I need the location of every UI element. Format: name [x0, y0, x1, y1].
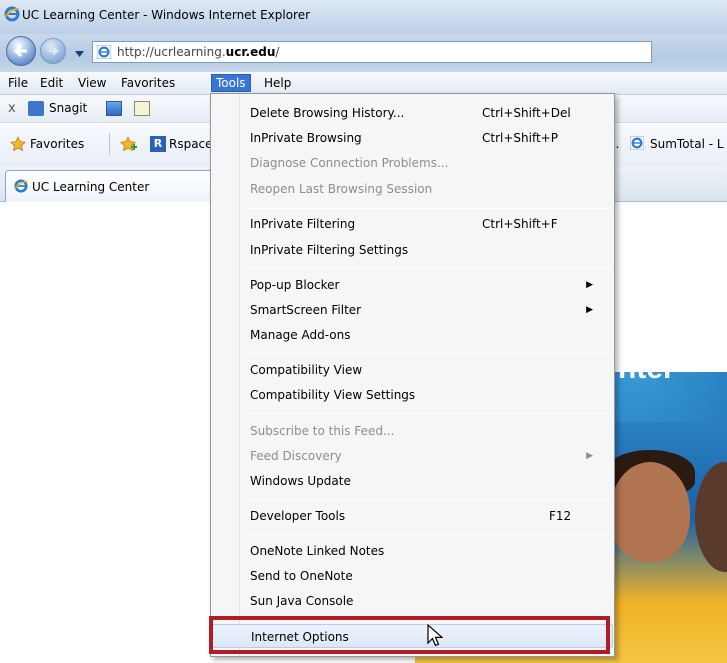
snagit-label[interactable]: Snagit: [49, 101, 87, 115]
submenu-arrow-icon: ▶: [586, 451, 593, 461]
favorites-star-icon[interactable]: [10, 136, 26, 155]
menu-item-developer-tools[interactable]: Developer Tools F12: [212, 504, 613, 528]
add-favorite-icon[interactable]: [120, 136, 138, 155]
menu-separator: [245, 499, 611, 500]
submenu-arrow-icon: ▶: [586, 280, 593, 290]
menu-separator: [245, 413, 611, 414]
sumtotal-link[interactable]: SumTotal - L: [650, 137, 724, 151]
student-face-right: [695, 462, 727, 572]
menu-item-inprivate-filtering-settings[interactable]: InPrivate Filtering Settings: [212, 238, 613, 262]
url-text: http://ucrlearning.ucr.edu/: [117, 45, 280, 59]
menu-favorites[interactable]: Favorites: [117, 75, 179, 93]
menu-item-onenote-linked-notes[interactable]: OneNote Linked Notes: [212, 539, 613, 563]
tab-uc-learning-center[interactable]: UC Learning Center: [5, 170, 230, 202]
menu-view[interactable]: View: [74, 75, 110, 93]
menu-separator: [245, 268, 611, 269]
menu-item-feed-discovery: Feed Discovery ▶: [212, 444, 613, 468]
menu-item-inprivate-browsing[interactable]: InPrivate Browsing Ctrl+Shift+P: [212, 126, 613, 150]
ie-logo-icon: [4, 6, 20, 25]
menu-item-smartscreen-filter[interactable]: SmartScreen Filter ▶: [212, 298, 613, 322]
menu-separator: [245, 208, 611, 209]
menu-help[interactable]: Help: [260, 75, 295, 93]
mouse-cursor-icon: [427, 623, 444, 651]
snagit-capture-icon[interactable]: [106, 101, 122, 116]
menu-item-send-to-onenote[interactable]: Send to OneNote: [212, 564, 613, 588]
tab-label: UC Learning Center: [32, 180, 150, 194]
close-toolbar-button[interactable]: x: [8, 101, 16, 116]
banner-title-line2: nter: [618, 352, 675, 385]
menu-edit[interactable]: Edit: [36, 75, 67, 93]
menu-tools[interactable]: Tools: [211, 74, 251, 92]
menu-separator: [245, 534, 611, 535]
annotation-highlight-box: [209, 616, 610, 654]
menu-item-inprivate-filtering[interactable]: InPrivate Filtering Ctrl+Shift+F: [212, 212, 613, 236]
menu-separator: [245, 353, 611, 354]
snagit-editor-icon[interactable]: [134, 101, 150, 116]
rspace-icon[interactable]: R: [150, 136, 166, 152]
menu-file[interactable]: File: [4, 75, 32, 93]
forward-arrow-icon: [48, 46, 59, 56]
rspace-link[interactable]: Rspace: [169, 137, 213, 151]
menu-item-sun-java-console[interactable]: Sun Java Console: [212, 589, 613, 613]
menu-item-compatibility-view[interactable]: Compatibility View: [212, 358, 613, 382]
menu-item-compatibility-view-settings[interactable]: Compatibility View Settings: [212, 383, 613, 407]
student-face-center: [610, 462, 690, 562]
submenu-arrow-icon: ▶: [586, 305, 593, 315]
menu-item-manage-addons[interactable]: Manage Add-ons: [212, 323, 613, 347]
back-button[interactable]: [6, 36, 36, 66]
sumtotal-ie-icon[interactable]: [629, 135, 645, 153]
menu-item-subscribe-feed: Subscribe to this Feed...: [250, 424, 395, 438]
history-dropdown-icon[interactable]: [75, 46, 84, 60]
menu-bar: File Edit View Favorites Tools Help: [0, 72, 727, 95]
title-bar: UC Learning Center - Windows Internet Ex…: [0, 0, 727, 34]
tools-dropdown-menu: Delete Browsing History... Ctrl+Shift+De…: [210, 93, 615, 657]
menu-item-reopen-last-session: Reopen Last Browsing Session: [250, 182, 433, 196]
address-row: http://ucrlearning.ucr.edu/: [0, 34, 727, 72]
forward-button[interactable]: [40, 38, 66, 64]
menu-item-delete-browsing-history[interactable]: Delete Browsing History... Ctrl+Shift+De…: [212, 101, 613, 125]
favorites-button[interactable]: Favorites: [30, 137, 84, 151]
menu-item-popup-blocker[interactable]: Pop-up Blocker ▶: [212, 273, 613, 297]
address-bar[interactable]: http://ucrlearning.ucr.edu/: [92, 41, 652, 63]
snagit-icon[interactable]: [28, 101, 44, 116]
page-ie-icon: [96, 44, 112, 62]
back-arrow-icon: [13, 44, 27, 58]
menu-item-windows-update[interactable]: Windows Update: [212, 469, 613, 493]
tab-ie-icon: [14, 179, 28, 196]
window-title: UC Learning Center - Windows Internet Ex…: [22, 8, 311, 22]
menu-item-diagnose-connection: Diagnose Connection Problems...: [250, 156, 449, 170]
toolbar-divider: [109, 133, 110, 155]
